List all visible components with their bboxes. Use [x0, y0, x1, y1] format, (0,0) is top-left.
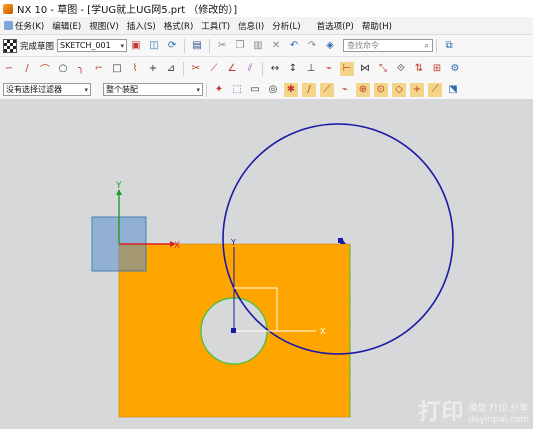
- snap-intersection-icon[interactable]: ⊕: [356, 82, 370, 97]
- window-title: NX 10 - 草图 - [学UG就上UG网5.prt （修改的）]: [17, 5, 238, 16]
- fillet-icon[interactable]: ╮: [74, 62, 88, 76]
- rectangle-icon[interactable]: □: [110, 62, 124, 76]
- arc-icon[interactable]: ⌒: [38, 62, 52, 76]
- checkered-flag-icon: [3, 38, 17, 53]
- copy-icon[interactable]: ❐: [233, 39, 247, 53]
- quick-extend-icon[interactable]: ⟋: [207, 62, 221, 76]
- sketch-settings-icon[interactable]: ⚙: [448, 62, 462, 76]
- snap-existing-point-icon[interactable]: +: [410, 82, 424, 97]
- menu-task[interactable]: 任务(K): [0, 20, 48, 32]
- sketch-canvas[interactable]: X Y Y X: [0, 99, 533, 429]
- menu-view[interactable]: 视图(V): [85, 20, 122, 32]
- menu-insert[interactable]: 插入(S): [123, 20, 160, 32]
- make-symmetric-icon[interactable]: ⋈: [358, 62, 372, 76]
- point-icon[interactable]: +: [146, 62, 160, 76]
- datum-y-label: Y: [115, 181, 122, 191]
- window-icon[interactable]: ⧉: [442, 39, 456, 53]
- separator: [183, 61, 184, 76]
- menu-analysis[interactable]: 分析(L): [268, 20, 304, 32]
- standard-toolbar: 完成草图 SKETCH_001 ▾ ▣ ◫ ⟳ ▤ ✂ ❐ ▥ ✕ ↶ ↷ ◈ 查…: [0, 35, 533, 57]
- snap-control-icon[interactable]: ⌁: [338, 83, 352, 97]
- menu-edit[interactable]: 编辑(E): [48, 20, 85, 32]
- separator: [184, 38, 186, 53]
- assembly-scope-dropdown[interactable]: 整个装配 ▾: [103, 83, 203, 96]
- show-constraints-icon[interactable]: ⊢: [340, 61, 354, 76]
- watermark-text: 模型 打印 分享 dayinpai.com: [468, 404, 529, 425]
- snap-endpoint-icon[interactable]: /: [302, 82, 316, 97]
- cut-icon[interactable]: ✂: [215, 39, 229, 53]
- sketch-x-label: X: [320, 327, 326, 336]
- selection-bar: 没有选择过滤器 ▾ 整个装配 ▾ ✦ ⬚ ▭ ◎ ✱ / ⟋ ⌁ ⊕ ⊙ ◇ + ⟋…: [0, 80, 533, 100]
- select-type-icon[interactable]: ⬚: [230, 83, 244, 97]
- paste-icon[interactable]: ▥: [251, 39, 265, 53]
- line-icon[interactable]: /: [20, 62, 34, 76]
- polygon-icon[interactable]: ⌇: [128, 62, 142, 76]
- snap-midpoint-icon[interactable]: ⟋: [320, 82, 334, 97]
- menu-help[interactable]: 帮助(H): [358, 20, 396, 32]
- menu-tools[interactable]: 工具(T): [197, 20, 234, 32]
- rapid-dimension-icon[interactable]: ↔: [268, 62, 282, 76]
- separator: [262, 61, 263, 76]
- general-selection-icon[interactable]: ✦: [212, 83, 226, 97]
- chevron-down-icon: ▾: [120, 41, 125, 50]
- separator: [206, 82, 207, 97]
- circle-icon[interactable]: ○: [56, 62, 70, 76]
- chevron-down-icon: ▾: [84, 85, 88, 94]
- linear-dimension-icon[interactable]: ↕: [286, 62, 300, 76]
- menu-bar: 任务(K) 编辑(E) 视图(V) 插入(S) 格式(R) 工具(T) 信息(I…: [0, 17, 533, 35]
- menu-preferences[interactable]: 首选项(P): [313, 20, 358, 32]
- graphics-window[interactable]: X Y Y X 打印 模型 打印 分享 dayinpai.com: [0, 99, 533, 429]
- geometric-constraints-icon[interactable]: ⊥: [304, 62, 318, 76]
- sketch-origin-marker: [231, 328, 236, 333]
- separator: [436, 38, 438, 53]
- menu-format[interactable]: 格式(R): [160, 20, 198, 32]
- search-icon: ⌕: [424, 40, 430, 50]
- snap-center-icon[interactable]: ⊙: [374, 82, 388, 97]
- alternate-solution-icon[interactable]: ⟐: [394, 62, 408, 76]
- auto-constrain-icon[interactable]: ⌁: [322, 62, 336, 76]
- snap-on-curve-icon[interactable]: ⟋: [428, 82, 442, 97]
- redo-icon[interactable]: ↷: [305, 39, 319, 53]
- separator: [209, 38, 211, 53]
- undo-icon[interactable]: ↶: [287, 39, 301, 53]
- derived-lines-icon[interactable]: ⫽: [243, 62, 257, 76]
- sketch-y-label: Y: [230, 238, 236, 247]
- sketch-name-dropdown[interactable]: SKETCH_001 ▾: [57, 39, 128, 52]
- update-model-icon[interactable]: ⟳: [165, 39, 179, 53]
- menu-info[interactable]: 信息(I): [234, 20, 268, 32]
- finish-sketch-button[interactable]: 完成草图: [0, 38, 57, 53]
- chevron-down-icon: ▾: [196, 85, 200, 94]
- orient-to-sketch-icon[interactable]: ▣: [129, 39, 143, 53]
- quick-trim-icon[interactable]: ✂: [189, 62, 203, 76]
- selection-box-icon[interactable]: ▭: [248, 83, 262, 97]
- reattach-icon[interactable]: ◫: [147, 39, 161, 53]
- snap-quadrant-icon[interactable]: ◇: [392, 82, 406, 97]
- delete-icon[interactable]: ✕: [269, 39, 283, 53]
- nx-logo-icon: [3, 3, 13, 14]
- chamfer-icon[interactable]: ⌐: [92, 62, 106, 76]
- title-bar: NX 10 - 草图 - [学UG就上UG网5.prt （修改的）]: [0, 0, 533, 18]
- display-icon[interactable]: ◎: [266, 83, 280, 97]
- snap-on-face-icon[interactable]: ⬔: [446, 83, 460, 97]
- snap-point-icon[interactable]: ✱: [284, 82, 298, 97]
- command-finder-input[interactable]: 查找命令 ⌕: [343, 39, 434, 52]
- sketch-toolbar: ∽ / ⌒ ○ ╮ ⌐ □ ⌇ + ⊿ ✂ ⟋ ∠ ⫽ ↔ ↕ ⊥ ⌁ ⊢ ⋈ …: [0, 57, 533, 81]
- save-icon[interactable]: ▤: [190, 39, 204, 53]
- task-icon: [4, 21, 13, 30]
- watermark-logo: 打印: [418, 400, 465, 425]
- selection-filter-dropdown[interactable]: 没有选择过滤器 ▾: [3, 83, 91, 96]
- make-corner-icon[interactable]: ∠: [225, 62, 239, 76]
- convert-reference-icon[interactable]: ⤡: [376, 62, 390, 76]
- watermark: 打印 模型 打印 分享 dayinpai.com: [418, 394, 529, 426]
- animate-dimension-icon[interactable]: ⇅: [412, 62, 426, 76]
- offset-curve-icon[interactable]: ⊿: [164, 62, 178, 76]
- datum-x-label: X: [174, 241, 180, 251]
- profile-icon[interactable]: ∽: [2, 62, 16, 76]
- repeat-command-icon[interactable]: ◈: [323, 39, 337, 53]
- inferred-constraints-icon[interactable]: ⊞: [430, 62, 444, 76]
